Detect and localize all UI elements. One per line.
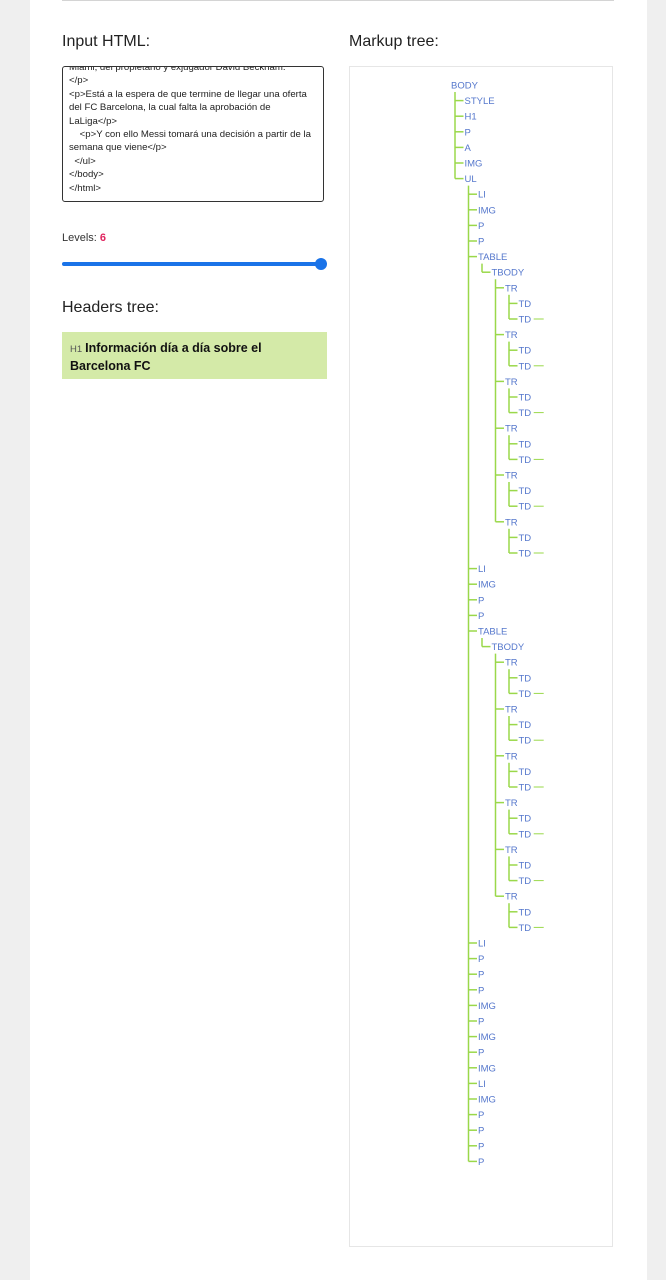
tree-node-a[interactable]: A bbox=[465, 143, 472, 154]
tree-node-tr[interactable]: TR bbox=[505, 330, 518, 341]
tree-node-p[interactable]: P bbox=[465, 127, 471, 138]
header-level-tag: H1 bbox=[70, 344, 83, 355]
tree-node-table[interactable]: TABLE bbox=[478, 252, 507, 263]
tree-node-li[interactable]: LI bbox=[478, 190, 486, 201]
tree-node-body[interactable]: BODY bbox=[451, 81, 479, 92]
input-html-label: Input HTML: bbox=[62, 33, 151, 50]
levels-label: Levels: bbox=[62, 232, 97, 244]
tree-node-p[interactable]: P bbox=[478, 221, 484, 232]
tree-node-p[interactable]: P bbox=[478, 985, 484, 996]
tree-node-td[interactable]: TD bbox=[519, 689, 532, 700]
tree-node-td[interactable]: TD bbox=[519, 486, 532, 497]
tree-node-p[interactable]: P bbox=[478, 1110, 484, 1121]
tree-node-td[interactable]: TD bbox=[519, 923, 532, 934]
tree-node-td[interactable]: TD bbox=[519, 829, 532, 840]
tree-node-img[interactable]: IMG bbox=[478, 580, 496, 591]
tree-node-td[interactable]: TD bbox=[519, 502, 532, 513]
tree-node-td[interactable]: TD bbox=[519, 361, 532, 372]
tree-node-ul[interactable]: UL bbox=[465, 174, 477, 185]
tree-node-tr[interactable]: TR bbox=[505, 283, 518, 294]
tree-node-tr[interactable]: TR bbox=[505, 471, 518, 482]
levels-control: Levels: 6 bbox=[62, 232, 106, 244]
tree-node-td[interactable]: TD bbox=[519, 736, 532, 747]
tree-node-p[interactable]: P bbox=[478, 237, 484, 248]
tree-node-img[interactable]: IMG bbox=[478, 205, 496, 216]
tree-node-td[interactable]: TD bbox=[519, 861, 532, 872]
tree-node-td[interactable]: TD bbox=[519, 315, 532, 326]
tree-node-tr[interactable]: TR bbox=[505, 845, 518, 856]
tree-node-tr[interactable]: TR bbox=[505, 517, 518, 528]
tree-node-h1[interactable]: H1 bbox=[465, 112, 477, 123]
tree-node-p[interactable]: P bbox=[478, 1157, 484, 1168]
headers-tree-item: H1 Información día a día sobre el Barcelo… bbox=[62, 332, 327, 379]
input-html-text: Miami, del propietario y exjugador David… bbox=[69, 66, 311, 194]
tree-node-img[interactable]: IMG bbox=[478, 1095, 496, 1106]
tree-node-tr[interactable]: TR bbox=[505, 424, 518, 435]
tree-node-tr[interactable]: TR bbox=[505, 751, 518, 762]
tree-node-tbody[interactable]: TBODY bbox=[492, 642, 525, 653]
tree-node-img[interactable]: IMG bbox=[478, 1001, 496, 1012]
tree-node-td[interactable]: TD bbox=[519, 876, 532, 887]
tree-node-p[interactable]: P bbox=[478, 1048, 484, 1059]
tree-node-p[interactable]: P bbox=[478, 954, 484, 965]
tree-node-td[interactable]: TD bbox=[519, 673, 532, 684]
tree-node-td[interactable]: TD bbox=[519, 393, 532, 404]
levels-slider-thumb[interactable] bbox=[315, 258, 327, 270]
tree-node-img[interactable]: IMG bbox=[465, 159, 483, 170]
header-text: Información día a día sobre el Barcelona… bbox=[70, 341, 262, 373]
tree-node-p[interactable]: P bbox=[478, 970, 484, 981]
tree-node-tbody[interactable]: TBODY bbox=[492, 268, 525, 279]
tree-node-td[interactable]: TD bbox=[519, 549, 532, 560]
tree-node-tr[interactable]: TR bbox=[505, 705, 518, 716]
tree-node-tr[interactable]: TR bbox=[505, 377, 518, 388]
markup-tree-label: Markup tree: bbox=[349, 33, 439, 50]
tree-node-td[interactable]: TD bbox=[519, 907, 532, 918]
tree-node-img[interactable]: IMG bbox=[478, 1063, 496, 1074]
tree-node-li[interactable]: LI bbox=[478, 1079, 486, 1090]
tree-node-td[interactable]: TD bbox=[519, 299, 532, 310]
tree-node-td[interactable]: TD bbox=[519, 814, 532, 825]
tree-node-p[interactable]: P bbox=[478, 611, 484, 622]
tree-node-td[interactable]: TD bbox=[519, 408, 532, 419]
levels-slider[interactable] bbox=[62, 258, 327, 270]
tree-node-li[interactable]: LI bbox=[478, 939, 486, 950]
top-divider bbox=[62, 0, 614, 1]
tree-node-p[interactable]: P bbox=[478, 1017, 484, 1028]
tree-node-style[interactable]: STYLE bbox=[465, 96, 495, 107]
tree-node-td[interactable]: TD bbox=[519, 767, 532, 778]
tree-node-tr[interactable]: TR bbox=[505, 892, 518, 903]
levels-slider-track[interactable] bbox=[62, 262, 322, 266]
tree-node-td[interactable]: TD bbox=[519, 533, 532, 544]
tree-node-img[interactable]: IMG bbox=[478, 1032, 496, 1043]
tree-node-td[interactable]: TD bbox=[519, 439, 532, 450]
levels-value: 6 bbox=[99, 232, 106, 244]
markup-tree-svg: BODYSTYLEH1PAIMGULLIIMGPPTABLETBODYTRTDT… bbox=[451, 81, 544, 1168]
tree-node-td[interactable]: TD bbox=[519, 455, 532, 466]
tree-node-td[interactable]: TD bbox=[519, 783, 532, 794]
tree-node-td[interactable]: TD bbox=[519, 720, 532, 731]
headers-tree-label: Headers tree: bbox=[62, 299, 159, 316]
tree-node-p[interactable]: P bbox=[478, 1141, 484, 1152]
markup-tree-panel: BODY STYLE H1 P A IMG UL LI IMG P P TABLE TBODY TR TD T… bbox=[349, 66, 613, 1247]
tree-node-p[interactable]: P bbox=[478, 1126, 484, 1137]
tree-node-tr[interactable]: TR bbox=[505, 658, 518, 669]
tree-node-p[interactable]: P bbox=[478, 595, 484, 606]
input-html-textarea[interactable]: Miami, del propietario y exjugador David… bbox=[62, 66, 324, 202]
tree-node-li[interactable]: LI bbox=[478, 564, 486, 575]
tree-node-tr[interactable]: TR bbox=[505, 798, 518, 809]
tree-node-table[interactable]: TABLE bbox=[478, 627, 507, 638]
tree-node-td[interactable]: TD bbox=[519, 346, 532, 357]
